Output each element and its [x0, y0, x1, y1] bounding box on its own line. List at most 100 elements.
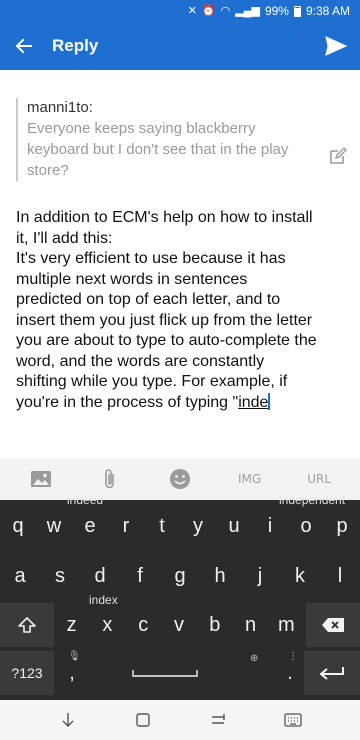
enter-key[interactable]: [304, 651, 360, 695]
key-row-3: z x c v b n m: [0, 603, 360, 647]
insert-image-button[interactable]: [19, 458, 63, 500]
body-line: insert them you just flick up from the l…: [16, 311, 313, 329]
status-bar: ✕ ⏰ ◠ ▂▄▆ 99% 9:38 AM: [0, 0, 360, 22]
arrow-left-icon: [15, 38, 32, 54]
smiley-icon: [169, 469, 190, 489]
hide-keyboard-button[interactable]: [48, 700, 88, 740]
alarm-icon: ⏰: [201, 4, 216, 17]
key-u[interactable]: u: [216, 504, 252, 548]
key-i[interactable]: i: [252, 504, 288, 548]
recents-icon: [211, 714, 225, 724]
key-q[interactable]: q: [0, 504, 36, 548]
key-f[interactable]: f: [120, 554, 160, 598]
shift-icon: [18, 617, 36, 633]
key-row-4: ?123 , 🎙 ⊕ . ⋮: [0, 651, 360, 695]
insert-emoji-button[interactable]: [158, 458, 202, 500]
body-line: It's very efficient to use because it ha…: [16, 250, 286, 267]
page-title: Reply: [52, 36, 99, 55]
quote-line: keyboard but I don't see that in the pla…: [27, 141, 289, 158]
body-line: predicted on top of each letter, and to: [16, 291, 281, 308]
insert-img-tag-button[interactable]: IMG: [228, 458, 272, 500]
key-j[interactable]: j: [240, 554, 280, 598]
key-z[interactable]: z: [54, 603, 90, 647]
keyboard-switch-button[interactable]: [273, 700, 313, 740]
key-e[interactable]: e: [72, 504, 108, 548]
img-tag-label: IMG: [237, 472, 262, 486]
key-row-2: a s d f g h j k l: [0, 554, 360, 598]
quote-text: Everyone keeps saying blackberry keyboar…: [27, 118, 316, 181]
recents-button[interactable]: [198, 700, 238, 740]
wifi-icon: ◠: [220, 4, 231, 17]
key-t[interactable]: t: [144, 504, 180, 548]
composing-word: inde: [238, 393, 269, 411]
space-key[interactable]: [90, 651, 240, 695]
image-icon: [30, 471, 51, 487]
body-line: multiple next words in sentences: [16, 270, 248, 288]
battery-percent: 99%: [264, 4, 289, 18]
message-body-input[interactable]: In addition to ECM's help on how to inst…: [16, 208, 348, 413]
globe-key[interactable]: ⊕: [240, 651, 276, 695]
body-line: word, and the words are constantly: [16, 352, 265, 370]
backspace-key[interactable]: [306, 603, 360, 647]
enter-arrow-icon: [319, 667, 344, 680]
key-l[interactable]: l: [320, 554, 360, 598]
key-n[interactable]: n: [233, 603, 269, 647]
backspace-icon: [322, 618, 345, 632]
key-row-1: q w e r t y u i o p: [0, 504, 360, 548]
quote-line: Everyone keeps saying blackberry: [27, 120, 256, 137]
quote-author: manni1to:: [27, 99, 93, 116]
key-d[interactable]: d: [80, 554, 120, 598]
key-r[interactable]: r: [108, 504, 144, 548]
soft-keyboard: indeed independent index q w e r t y u i…: [0, 493, 360, 700]
edit-icon: [330, 147, 347, 164]
chevron-down-icon: [62, 713, 73, 727]
key-h[interactable]: h: [200, 554, 240, 598]
keyboard-icon: [283, 713, 302, 727]
body-line: shifting while you type. For example, if: [16, 373, 288, 390]
more-dots-icon: ⋮: [288, 651, 298, 662]
url-tag-label: URL: [307, 472, 332, 486]
key-y[interactable]: y: [180, 504, 216, 548]
body-line: it, I'll add this:: [16, 229, 113, 247]
globe-icon: ⊕: [250, 653, 259, 664]
key-c[interactable]: c: [125, 603, 161, 647]
key-x[interactable]: x: [90, 603, 126, 647]
back-button[interactable]: [0, 22, 48, 70]
text-cursor: [268, 392, 270, 410]
send-button[interactable]: [312, 22, 360, 70]
body-line-prefix: you're in the process of typing ": [16, 393, 239, 411]
key-a[interactable]: a: [0, 554, 40, 598]
key-o[interactable]: o: [288, 504, 324, 548]
quoted-message: manni1to: Everyone keeps saying blackber…: [16, 98, 316, 181]
body-line-last: you're in the process of typing "inde: [16, 392, 348, 414]
quote-line: store?: [27, 162, 69, 179]
app-bar: Reply: [0, 22, 360, 70]
period-label: .: [287, 661, 293, 684]
key-m[interactable]: m: [268, 603, 304, 647]
status-time: 9:38 AM: [305, 4, 350, 18]
edit-quote-button[interactable]: [328, 146, 348, 166]
symbols-key[interactable]: ?123: [0, 651, 54, 695]
mic-icon: 🎙: [68, 651, 81, 662]
signal-icon: ▂▄▆: [235, 4, 260, 17]
key-g[interactable]: g: [160, 554, 200, 598]
send-icon: [325, 36, 347, 56]
period-key[interactable]: . ⋮: [276, 651, 304, 695]
key-v[interactable]: v: [161, 603, 197, 647]
mute-icon: ✕: [187, 4, 197, 17]
shift-key[interactable]: [0, 603, 54, 647]
key-w[interactable]: w: [36, 504, 72, 548]
key-b[interactable]: b: [197, 603, 233, 647]
battery-icon: [293, 5, 301, 17]
key-k[interactable]: k: [280, 554, 320, 598]
home-button[interactable]: [123, 700, 163, 740]
spacebar-icon: [132, 670, 198, 677]
key-p[interactable]: p: [324, 504, 360, 548]
key-s[interactable]: s: [40, 554, 80, 598]
home-square-icon: [135, 713, 150, 727]
system-nav-bar: [0, 700, 360, 740]
comma-label: ,: [69, 661, 75, 684]
comma-key[interactable]: , 🎙: [54, 651, 90, 695]
paperclip-icon: [105, 469, 115, 489]
body-line: you are about to type to auto-complete t…: [16, 332, 317, 349]
